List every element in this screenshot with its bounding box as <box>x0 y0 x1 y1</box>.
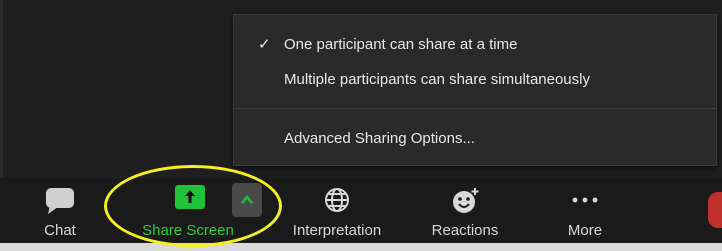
reactions-label: Reactions <box>431 222 499 239</box>
reactions-button[interactable]: Reactions <box>415 178 515 251</box>
chat-label: Chat <box>44 222 76 239</box>
chevron-up-icon <box>241 195 253 204</box>
zoom-meeting-window: ✓ One participant can share at a time Mu… <box>0 0 722 251</box>
interpretation-label: Interpretation <box>292 222 382 239</box>
menu-item-advanced-sharing[interactable]: Advanced Sharing Options... <box>234 124 716 154</box>
menu-item-multiple-participants[interactable]: Multiple participants can share simultan… <box>234 65 716 95</box>
more-label: More <box>567 222 603 239</box>
interpretation-button[interactable]: Interpretation <box>272 178 402 251</box>
meeting-toolbar: Chat Share Screen Interpretation Reactio… <box>0 178 722 251</box>
more-button[interactable]: More <box>545 178 625 251</box>
end-meeting-button-edge[interactable] <box>708 192 722 228</box>
chat-bubble-icon <box>46 188 74 214</box>
share-options-toggle[interactable] <box>232 183 262 217</box>
checkmark-icon: ✓ <box>258 36 271 53</box>
share-screen-button[interactable]: Share Screen <box>120 178 262 251</box>
share-screen-label: Share Screen <box>142 222 234 239</box>
menu-divider <box>234 108 716 109</box>
globe-icon <box>325 188 349 212</box>
ellipsis-icon <box>572 197 598 203</box>
chat-button[interactable]: Chat <box>30 178 90 251</box>
share-options-menu: ✓ One participant can share at a time Mu… <box>233 14 717 166</box>
share-arrow-up-icon <box>175 185 205 209</box>
menu-item-label: One participant can share at a time <box>284 36 518 53</box>
window-bottom-edge <box>0 243 722 251</box>
menu-item-one-participant[interactable]: ✓ One participant can share at a time <box>234 30 716 60</box>
emoji-add-icon <box>453 188 479 213</box>
menu-item-label: Multiple participants can share simultan… <box>284 71 590 88</box>
menu-item-label: Advanced Sharing Options... <box>284 130 475 147</box>
